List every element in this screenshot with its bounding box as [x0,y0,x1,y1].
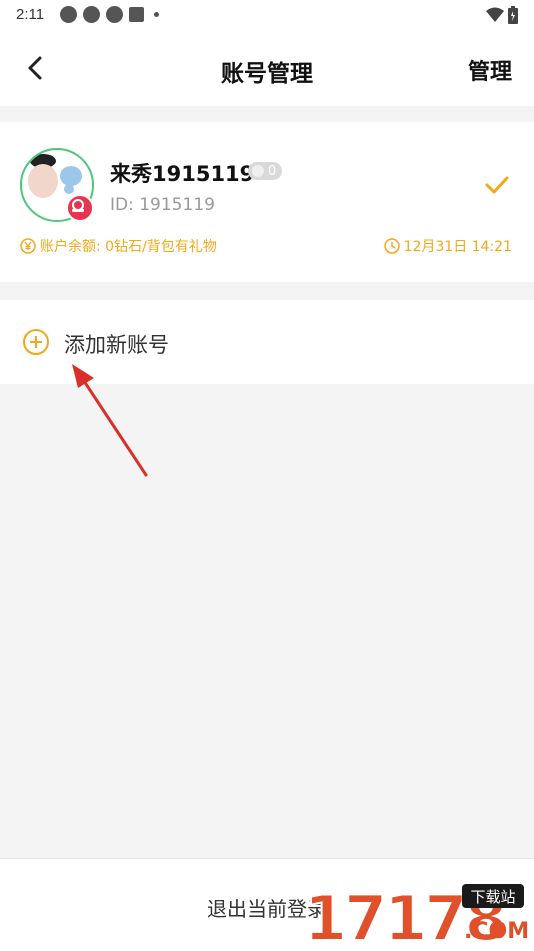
plus-circle-icon [23,329,49,355]
level-icon [252,165,264,177]
system-icons [486,6,518,24]
clock-icon [383,238,400,254]
more-notifications-icon [154,12,159,17]
annotation-arrow-icon [72,364,148,477]
status-bar: 2:11 [0,0,534,30]
svg-text:下载站: 下载站 [470,888,515,906]
account-name: 来秀1915119 [110,162,255,186]
notification-square-icon [129,7,144,22]
account-item[interactable]: 来秀1915119 0 ID: 1915119 账户余额: 0钻石/背包有礼物 … [0,122,534,282]
level-value: 0 [268,163,277,179]
battery-icon [508,6,518,24]
watermark-logo: 17178 下载站 .COM [303,882,529,946]
notification-app-icon [83,6,100,23]
last-login-row: 12月31日 14:21 [383,236,512,256]
notification-app-icon [106,6,123,23]
wifi-icon [486,7,504,22]
yen-icon [20,238,36,254]
svg-text:.COM: .COM [464,919,529,944]
balance-text: 账户余额: 0钻石/背包有礼物 [40,239,217,255]
nav-bar: 账号管理 管理 [0,30,534,106]
selected-check-icon [485,176,509,194]
manage-button[interactable]: 管理 [468,54,512,86]
account-id: ID: 1915119 [110,195,215,215]
live-badge-icon [66,194,94,222]
balance-row: 账户余额: 0钻石/背包有礼物 [20,236,217,256]
last-login-time: 12月31日 14:21 [403,239,512,255]
notification-icons [60,6,159,23]
avatar [20,148,94,222]
notification-app-icon [60,6,77,23]
add-account-label: 添加新账号 [64,333,169,357]
status-time: 2:11 [16,6,45,23]
page-title: 账号管理 [221,61,313,87]
level-badge: 0 [248,162,283,180]
